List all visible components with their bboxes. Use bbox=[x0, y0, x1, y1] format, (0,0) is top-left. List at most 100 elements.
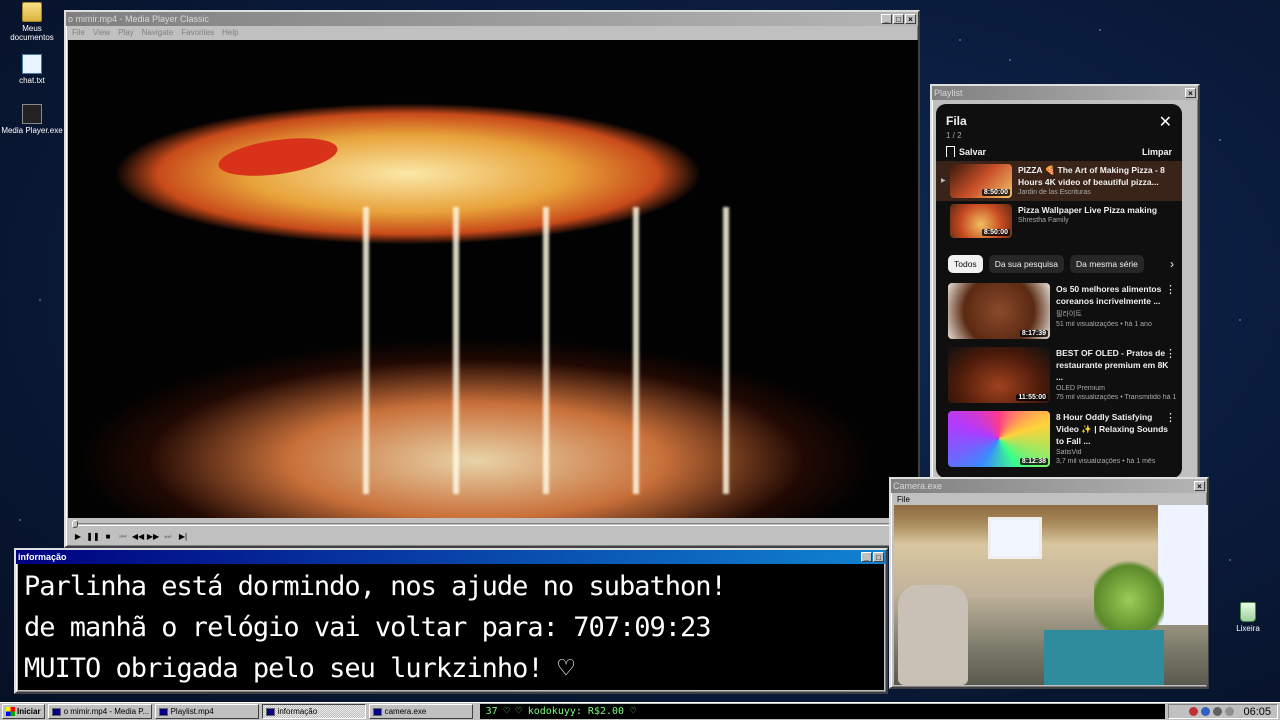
stop-icon[interactable]: ■ bbox=[101, 531, 115, 543]
close-icon[interactable]: ✕ bbox=[1159, 112, 1172, 132]
info-titlebar[interactable]: informação _ □ bbox=[16, 550, 886, 564]
menu-navigate[interactable]: Navigate bbox=[142, 28, 174, 37]
camera-window[interactable]: Camera.exe × File bbox=[889, 477, 1209, 689]
media-player-titlebar[interactable]: o mimir.mp4 - Media Player Classic _ □ × bbox=[66, 12, 918, 26]
desktop-icon-label: chat.txt bbox=[19, 76, 45, 85]
tray-app-icon[interactable] bbox=[1189, 707, 1199, 716]
close-button[interactable]: × bbox=[1194, 481, 1205, 491]
previous-icon[interactable]: ⏮ bbox=[116, 531, 130, 543]
save-button[interactable]: Salvar bbox=[946, 146, 986, 157]
video-thumbnail: 8:17:39 bbox=[948, 283, 1050, 339]
desktop-icon-recycle-bin[interactable]: Lixeira bbox=[1216, 602, 1280, 633]
desktop-icon-my-documents[interactable]: Meus documentos bbox=[0, 2, 64, 42]
menu-file[interactable]: File bbox=[897, 495, 910, 504]
maximize-button[interactable]: □ bbox=[873, 552, 884, 562]
window-icon bbox=[51, 707, 61, 716]
recommendation-item[interactable]: 8:17:39 Os 50 melhores alimentos coreano… bbox=[936, 281, 1182, 345]
duration-badge: 8:50:00 bbox=[981, 229, 1010, 236]
playback-controls: ▶ ❚❚ ■ ⏮ ◀◀ ▶▶ ⏭ ▶| 🔈 bbox=[68, 530, 918, 544]
chip-from-search[interactable]: Da sua pesquisa bbox=[988, 255, 1065, 273]
seek-thumb[interactable] bbox=[72, 520, 78, 528]
close-button[interactable]: × bbox=[1185, 88, 1196, 98]
video-thumbnail: 8:50:00 bbox=[950, 204, 1012, 238]
video-title: 8 Hour Oddly Satisfying Video ✨ | Relaxi… bbox=[1056, 412, 1168, 446]
tray-network-icon[interactable] bbox=[1201, 707, 1211, 716]
tray-settings-icon[interactable] bbox=[1225, 707, 1235, 716]
video-title: BEST OF OLED - Pratos de restaurante pre… bbox=[1056, 348, 1169, 382]
system-tray: 06:05 bbox=[1168, 704, 1278, 719]
armchair bbox=[898, 585, 968, 685]
window-icon bbox=[158, 707, 168, 716]
taskbar-item-media-player[interactable]: o mimir.mp4 - Media P... bbox=[47, 704, 152, 719]
blue-table bbox=[1044, 630, 1164, 685]
desktop-icon-media-player[interactable]: Media Player.exe bbox=[0, 104, 64, 135]
video-stats: 51 mil visualizações • há 1 ano bbox=[1056, 321, 1152, 328]
duration-badge: 8:50:00 bbox=[981, 189, 1010, 196]
close-button[interactable]: × bbox=[905, 14, 916, 24]
taskbar-item-playlist[interactable]: Playlist.mp4 bbox=[154, 704, 259, 719]
chevron-right-icon[interactable]: › bbox=[1170, 257, 1174, 271]
info-message: Parlinha está dormindo, nos ajude no sub… bbox=[18, 564, 884, 690]
taskbar-item-label: informação bbox=[277, 707, 318, 716]
menu-play[interactable]: Play bbox=[118, 28, 134, 37]
more-options-icon[interactable]: ⋮ bbox=[1165, 347, 1176, 360]
info-window[interactable]: informação _ □ Parlinha está dormindo, n… bbox=[14, 548, 888, 694]
desktop-icon-label: Media Player.exe bbox=[1, 126, 63, 135]
playlist-window[interactable]: Playlist × Fila 1 / 2 ✕ Salvar Limpar ▶ … bbox=[930, 84, 1200, 482]
taskbar-item-camera[interactable]: camera.exe bbox=[368, 704, 473, 719]
taskbar-item-info[interactable]: informação bbox=[261, 704, 366, 719]
seek-track bbox=[72, 523, 914, 526]
maximize-button[interactable]: □ bbox=[893, 14, 904, 24]
chip-all[interactable]: Todos bbox=[948, 255, 983, 273]
window-title: Playlist bbox=[934, 88, 963, 98]
video-frame[interactable] bbox=[68, 40, 918, 518]
seek-bar[interactable] bbox=[68, 520, 918, 528]
media-player-menubar: File View Play Navigate Favorites Help bbox=[66, 26, 918, 38]
channel-name: Jardin de las Escrituras bbox=[1018, 189, 1091, 196]
playlist-titlebar[interactable]: Playlist × bbox=[932, 86, 1198, 100]
tray-volume-icon[interactable] bbox=[1213, 707, 1223, 716]
window-title: Camera.exe bbox=[893, 481, 943, 491]
queue-item[interactable]: 8:50:00 Pizza Wallpaper Live Pizza makin… bbox=[936, 201, 1182, 241]
rewind-icon[interactable]: ◀◀ bbox=[131, 531, 145, 543]
minimize-button[interactable]: _ bbox=[881, 14, 892, 24]
menu-view[interactable]: View bbox=[93, 28, 110, 37]
clear-button[interactable]: Limpar bbox=[1142, 147, 1172, 157]
filter-chips: Todos Da sua pesquisa Da mesma série › bbox=[936, 241, 1182, 281]
fast-forward-icon[interactable]: ▶▶ bbox=[146, 531, 160, 543]
menu-favorites[interactable]: Favorites bbox=[181, 28, 214, 37]
minimize-button[interactable]: _ bbox=[861, 552, 872, 562]
save-label: Salvar bbox=[959, 146, 987, 157]
youtube-queue-panel: Fila 1 / 2 ✕ Salvar Limpar ▶ 8:50:00 PIZ… bbox=[936, 104, 1182, 478]
queue-item[interactable]: ▶ 8:50:00 PIZZA 🍕 The Art of Making Pizz… bbox=[936, 161, 1182, 201]
media-player-window[interactable]: o mimir.mp4 - Media Player Classic _ □ ×… bbox=[64, 10, 920, 548]
folder-icon bbox=[22, 2, 42, 22]
more-options-icon[interactable]: ⋮ bbox=[1165, 411, 1176, 424]
info-line: de manhã o relógio vai voltar para: 707:… bbox=[24, 612, 712, 643]
info-line: MUITO obrigada pelo seu lurkzinho! ♡ bbox=[24, 653, 574, 684]
start-button[interactable]: Iniciar bbox=[2, 704, 45, 719]
pause-icon[interactable]: ❚❚ bbox=[86, 531, 100, 543]
clock: 06:05 bbox=[1243, 705, 1271, 718]
chip-same-series[interactable]: Da mesma série bbox=[1070, 255, 1144, 273]
next-icon[interactable]: ⏭ bbox=[161, 531, 175, 543]
window-icon bbox=[372, 707, 382, 716]
window-icon bbox=[265, 707, 275, 716]
taskbar: Iniciar o mimir.mp4 - Media P... Playlis… bbox=[0, 702, 1280, 720]
duration-badge: 11:55:00 bbox=[1016, 394, 1048, 401]
menu-file[interactable]: File bbox=[72, 28, 85, 37]
recommendation-item[interactable]: 11:55:00 BEST OF OLED - Pratos de restau… bbox=[936, 345, 1182, 409]
play-icon[interactable]: ▶ bbox=[71, 531, 85, 543]
menu-help[interactable]: Help bbox=[222, 28, 238, 37]
recommendation-item[interactable]: 8:12:38 8 Hour Oddly Satisfying Video ✨ … bbox=[936, 409, 1182, 473]
desktop-icon-chat[interactable]: chat.txt bbox=[0, 54, 64, 85]
video-title: Os 50 melhores alimentos coreanos incriv… bbox=[1056, 284, 1162, 306]
video-thumbnail: 8:50:00 bbox=[950, 164, 1012, 198]
frame-step-icon[interactable]: ▶| bbox=[176, 531, 190, 543]
camera-titlebar[interactable]: Camera.exe × bbox=[891, 479, 1207, 493]
video-title: Pizza Wallpaper Live Pizza making bbox=[1018, 205, 1158, 215]
cheese-strings bbox=[323, 207, 748, 495]
more-options-icon[interactable]: ⋮ bbox=[1165, 283, 1176, 296]
info-line: Parlinha está dormindo, nos ajude no sub… bbox=[24, 571, 727, 602]
start-label: Iniciar bbox=[17, 707, 41, 716]
